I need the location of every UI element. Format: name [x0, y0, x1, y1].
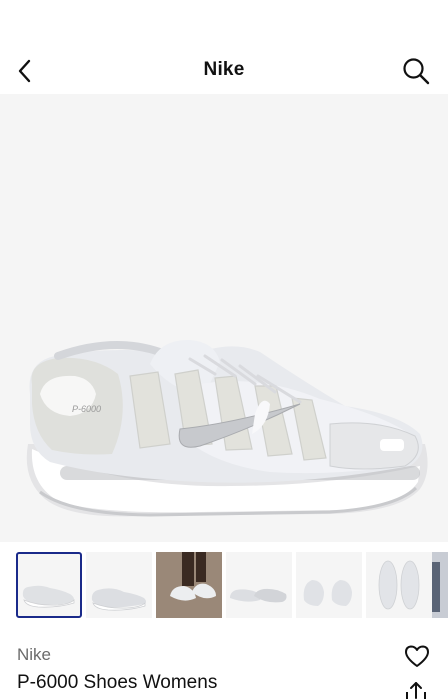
- share-button[interactable]: [402, 680, 430, 699]
- shoe-on-feet-icon: [156, 552, 222, 618]
- thumbnail-2[interactable]: [86, 552, 152, 618]
- thumbnail-5[interactable]: [296, 552, 362, 618]
- thumbnail-6[interactable]: [366, 552, 432, 618]
- product-page: Nike P-6000 Nike P-6000 Shoes Womens: [0, 0, 448, 699]
- heart-icon: [405, 645, 429, 667]
- shoe-thumbnail-icon: [432, 552, 448, 618]
- thumbnail-strip[interactable]: [0, 548, 448, 622]
- thumbnail-3[interactable]: [156, 552, 222, 618]
- page-title: Nike: [203, 59, 245, 80]
- product-brand: Nike: [17, 645, 52, 664]
- favorite-button[interactable]: [402, 642, 432, 670]
- search-icon: [403, 58, 430, 85]
- shoe-logo-text: P-6000: [72, 404, 101, 414]
- top-bar: Nike: [0, 0, 448, 94]
- shoe-heels-icon: [303, 580, 352, 606]
- shoe-thumbnail-icon: [230, 588, 287, 603]
- shoe-illustration: P-6000: [26, 339, 428, 517]
- share-icon: [406, 682, 426, 699]
- thumbnail-1[interactable]: [16, 552, 82, 618]
- thumbnail-7[interactable]: [432, 552, 448, 618]
- shoe-thumbnail-icon: [91, 588, 146, 611]
- search-button[interactable]: [400, 55, 432, 87]
- shoe-thumbnail-icon: [22, 585, 75, 608]
- shoe-top-view-icon: [378, 560, 420, 610]
- thumbnail-4[interactable]: [226, 552, 292, 618]
- product-name: P-6000 Shoes Womens: [17, 672, 218, 693]
- product-image[interactable]: P-6000: [0, 94, 448, 542]
